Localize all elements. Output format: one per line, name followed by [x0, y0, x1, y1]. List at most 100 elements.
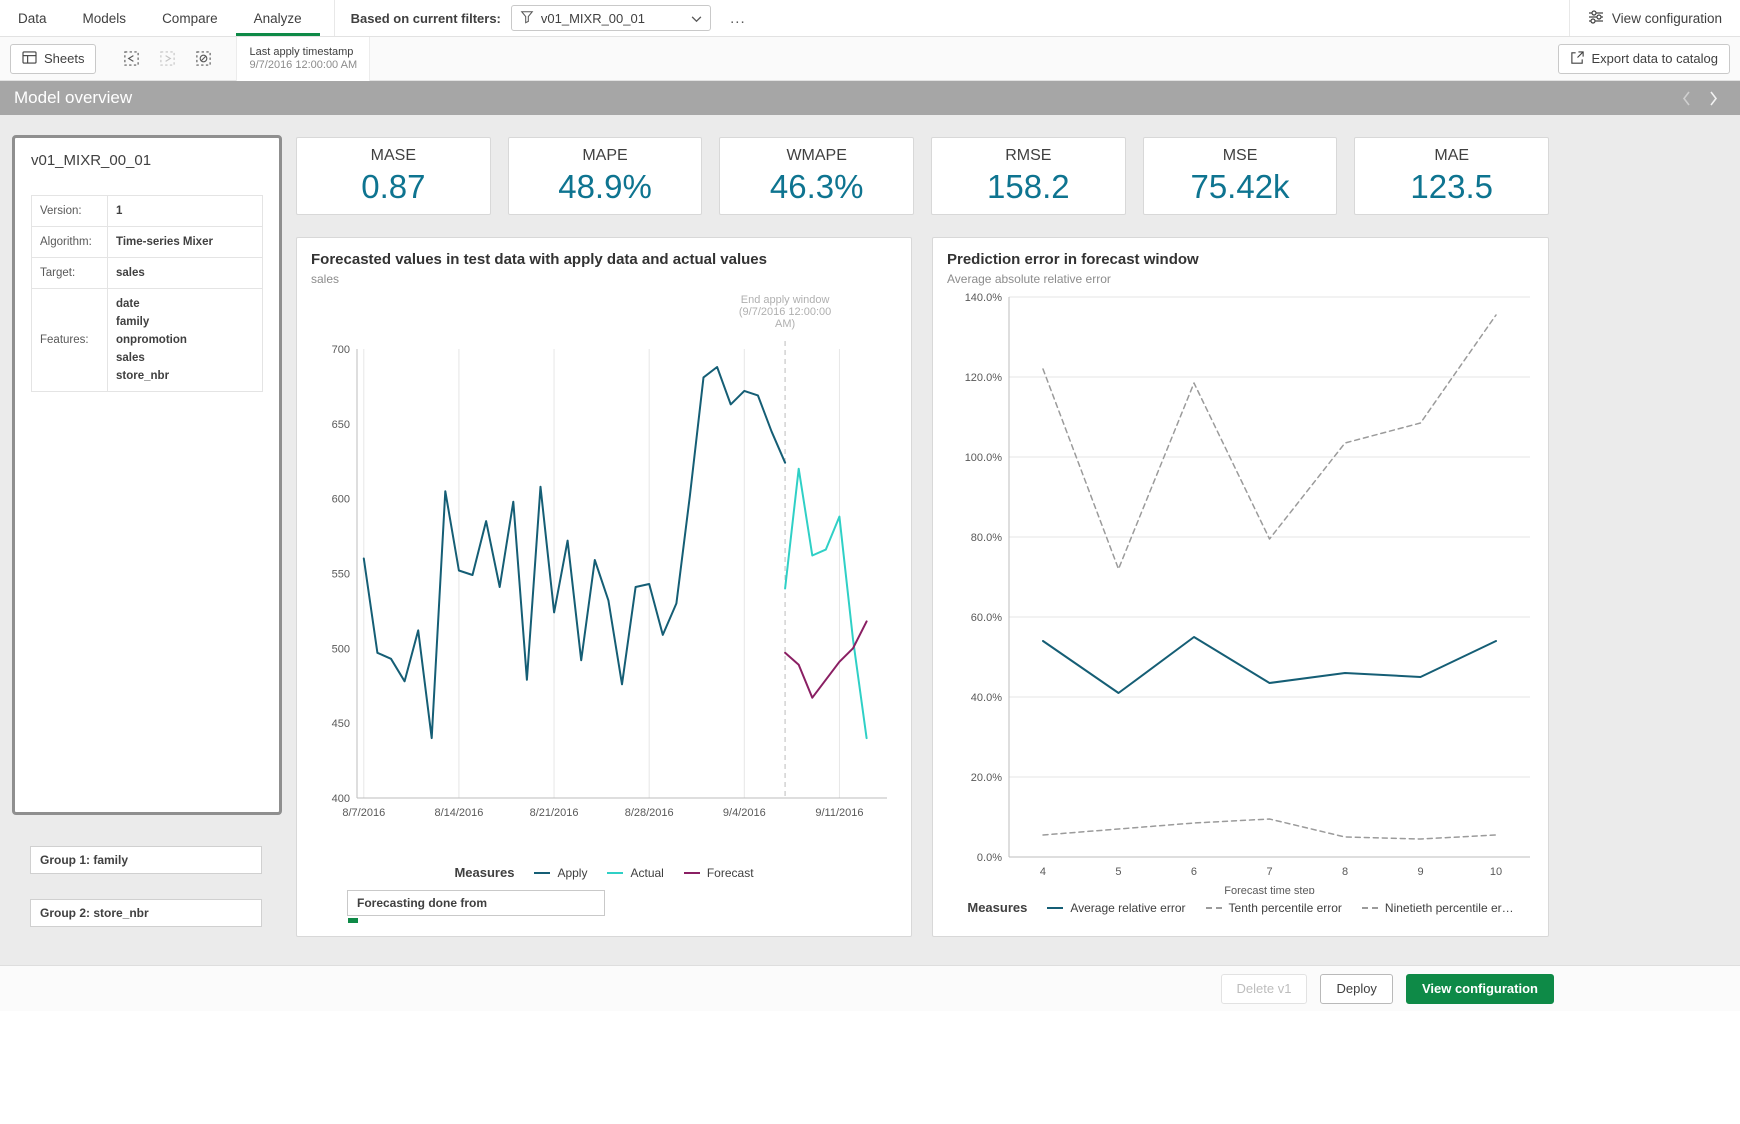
tab-compare[interactable]: Compare [144, 0, 236, 36]
kpi-card-mse[interactable]: MSE 75.42k [1143, 137, 1338, 215]
svg-text:(9/7/2016 12:00:00: (9/7/2016 12:00:00 [739, 306, 831, 318]
tab-data[interactable]: Data [0, 0, 65, 36]
model-detail-value: Time-series Mixer [108, 227, 263, 258]
svg-text:400: 400 [332, 793, 350, 805]
svg-text:500: 500 [332, 643, 350, 655]
svg-text:End apply window: End apply window [741, 294, 830, 306]
legend-swatch [607, 872, 623, 874]
chevron-left-icon[interactable] [1682, 91, 1691, 106]
svg-text:550: 550 [332, 569, 350, 581]
kpi-label: WMAPE [786, 147, 846, 165]
forecast-line-chart[interactable]: 4004505005506006507008/7/20168/14/20168/… [311, 289, 899, 859]
legend-label: Apply [557, 866, 587, 880]
kpi-label: MSE [1223, 147, 1258, 165]
error-legend: Measures Average relative errorTenth per… [947, 900, 1534, 915]
svg-text:8/28/2016: 8/28/2016 [625, 807, 674, 819]
svg-text:8/14/2016: 8/14/2016 [434, 807, 483, 819]
clear-selections-icon[interactable] [188, 44, 218, 74]
svg-text:40.0%: 40.0% [971, 692, 1002, 704]
model-detail-value: 1 [108, 196, 263, 227]
model-detail-row: Algorithm:Time-series Mixer [32, 227, 263, 258]
forecast-legend-title: Measures [454, 865, 514, 880]
svg-text:60.0%: 60.0% [971, 612, 1002, 624]
view-configuration-button[interactable]: View configuration [1406, 974, 1554, 1004]
group-filter-2[interactable]: Group 2: store_nbr [30, 899, 262, 927]
kpi-label: MAE [1434, 147, 1469, 165]
model-detail-value: datefamilyonpromotionsalesstore_nbr [108, 289, 263, 392]
legend-item[interactable]: Ninetieth percentile er… [1362, 901, 1514, 915]
selections-back-icon[interactable] [116, 44, 146, 74]
deploy-button[interactable]: Deploy [1320, 974, 1392, 1004]
filter-dropdown-value: v01_MIXR_00_01 [541, 11, 645, 26]
last-apply-value: 9/7/2016 12:00:00 AM [249, 59, 357, 71]
svg-text:0.0%: 0.0% [977, 852, 1002, 864]
view-configuration-nav-button[interactable]: View configuration [1569, 0, 1740, 36]
legend-label: Average relative error [1070, 901, 1185, 915]
error-line-chart[interactable]: 0.0%20.0%40.0%60.0%80.0%100.0%120.0%140.… [947, 289, 1536, 894]
range-slider-handle[interactable] [348, 918, 358, 923]
legend-item[interactable]: Average relative error [1047, 901, 1185, 915]
svg-text:450: 450 [332, 718, 350, 730]
svg-text:10: 10 [1490, 866, 1502, 878]
forecast-chart-title: Forecasted values in test data with appl… [311, 250, 897, 270]
svg-text:600: 600 [332, 494, 350, 506]
kpi-label: RMSE [1005, 147, 1051, 165]
sliders-icon [1588, 9, 1604, 28]
kpi-value: 46.3% [770, 168, 864, 206]
model-title: v01_MIXR_00_01 [31, 152, 263, 169]
kpi-card-mae[interactable]: MAE123.5 [1354, 137, 1549, 215]
kpi-row: MASE0.87MAPE48.9% WMAPE 46.3% RMSE 158.2 MSE 7… [296, 137, 1549, 215]
legend-item[interactable]: Actual [607, 866, 663, 880]
svg-text:9/4/2016: 9/4/2016 [723, 807, 766, 819]
legend-item[interactable]: Apply [534, 866, 587, 880]
svg-text:20.0%: 20.0% [971, 772, 1002, 784]
svg-text:6: 6 [1191, 866, 1197, 878]
svg-text:Forecast time step: Forecast time step [1224, 885, 1314, 894]
forecasting-done-from-box[interactable]: Forecasting done from [347, 890, 605, 916]
export-data-button[interactable]: Export data to catalog [1558, 44, 1730, 74]
legend-label: Forecast [707, 866, 754, 880]
kpi-card-wmape[interactable]: WMAPE 46.3% [719, 137, 914, 215]
legend-item[interactable]: Tenth percentile error [1206, 901, 1342, 915]
toolbar: Sheets Last apply timestamp 9/7/2016 12:… [0, 37, 1740, 81]
forecast-footer: Forecasting done from [347, 890, 897, 923]
filter-dropdown[interactable]: v01_MIXR_00_01 [511, 5, 711, 31]
chevron-right-icon[interactable] [1709, 91, 1718, 106]
svg-text:8: 8 [1342, 866, 1348, 878]
kpi-card-mase[interactable]: MASE0.87 [296, 137, 491, 215]
main-content: v01_MIXR_00_01 Version:1Algorithm:Time-s… [0, 115, 1740, 965]
svg-text:650: 650 [332, 419, 350, 431]
nav-tabs: DataModelsCompareAnalyze [0, 0, 320, 36]
kpi-card-rmse[interactable]: RMSE 158.2 [931, 137, 1126, 215]
chevron-down-icon [691, 11, 702, 26]
legend-swatch [1047, 907, 1063, 909]
selections-forward-icon[interactable] [152, 44, 182, 74]
model-detail-row: Features:datefamilyonpromotionsalesstore… [32, 289, 263, 392]
section-header: Model overview [0, 81, 1740, 115]
forecast-chart-subtitle: sales [311, 271, 897, 287]
view-configuration-nav-label: View configuration [1612, 11, 1722, 26]
kpi-value: 158.2 [987, 168, 1070, 206]
model-detail-table: Version:1Algorithm:Time-series MixerTarg… [31, 195, 263, 392]
selection-toolbar [116, 44, 218, 74]
tab-models[interactable]: Models [65, 0, 145, 36]
model-card[interactable]: v01_MIXR_00_01 Version:1Algorithm:Time-s… [12, 135, 282, 815]
bottom-action-bar: Delete v1 Deploy View configuration [0, 965, 1740, 1011]
error-chart-card: Prediction error in forecast window Aver… [932, 237, 1549, 937]
model-detail-label: Features: [32, 289, 108, 392]
kpi-card-mape[interactable]: MAPE48.9% [508, 137, 703, 215]
export-icon [1570, 50, 1585, 68]
group-filter-1[interactable]: Group 1: family [30, 846, 262, 874]
delete-version-button[interactable]: Delete v1 [1221, 974, 1308, 1004]
legend-label: Actual [630, 866, 663, 880]
legend-item[interactable]: Forecast [684, 866, 754, 880]
legend-label: Ninetieth percentile er… [1385, 901, 1514, 915]
model-detail-label: Version: [32, 196, 108, 227]
model-detail-value: sales [108, 258, 263, 289]
legend-swatch [684, 872, 700, 874]
more-options-button[interactable]: ... [721, 5, 755, 31]
tab-analyze[interactable]: Analyze [236, 0, 320, 36]
svg-text:120.0%: 120.0% [965, 372, 1003, 384]
kpi-value: 75.42k [1190, 168, 1289, 206]
sheets-button[interactable]: Sheets [10, 44, 96, 74]
